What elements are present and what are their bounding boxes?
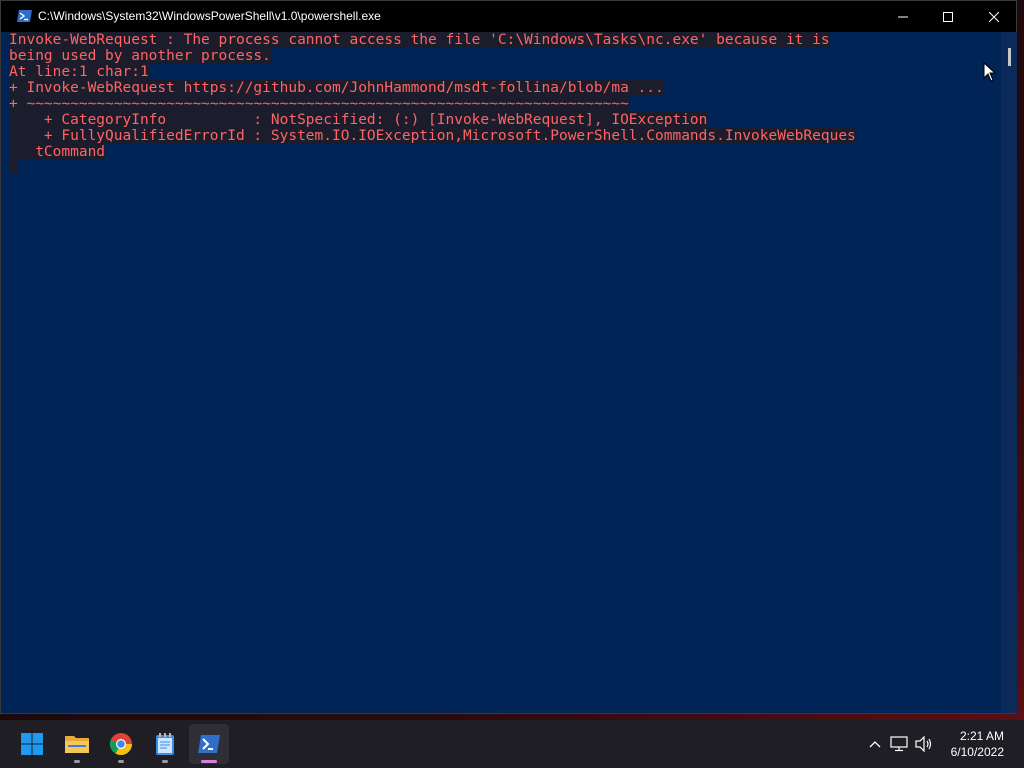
network-button[interactable] xyxy=(886,720,912,768)
taskbar-file-explorer[interactable] xyxy=(57,724,97,764)
system-tray xyxy=(864,720,936,768)
start-button[interactable] xyxy=(12,724,52,764)
powershell-icon xyxy=(198,735,220,753)
running-indicator xyxy=(118,760,124,763)
notepad-icon xyxy=(156,733,174,755)
console-line: tCommand xyxy=(9,144,106,160)
chrome-icon xyxy=(109,733,132,755)
console-lines: Invoke-WebRequest : The process cannot a… xyxy=(9,32,856,160)
volume-button[interactable] xyxy=(912,720,936,768)
minimize-icon xyxy=(898,16,908,17)
console-line: Invoke-WebRequest : The process cannot a… xyxy=(9,32,830,48)
vertical-scrollbar[interactable] xyxy=(1001,32,1017,713)
taskbar-chrome[interactable] xyxy=(101,724,141,764)
volume-icon xyxy=(915,736,932,752)
close-icon xyxy=(989,11,999,22)
powershell-title-icon xyxy=(17,10,32,22)
chevron-up-icon xyxy=(869,741,881,748)
running-indicator xyxy=(74,760,80,763)
title-bar[interactable]: C:\Windows\System32\WindowsPowerShell\v1… xyxy=(1,1,1016,32)
active-indicator xyxy=(201,760,217,763)
maximize-icon xyxy=(943,11,953,22)
minimize-button[interactable] xyxy=(880,1,926,32)
console-line: At line:1 char:1 xyxy=(9,64,149,80)
show-hidden-icons-button[interactable] xyxy=(864,720,886,768)
console-line: + ~~~~~~~~~~~~~~~~~~~~~~~~~~~~~~~~~~~~~~… xyxy=(9,96,629,112)
mouse-pointer-icon xyxy=(983,62,997,82)
taskbar: 2:21 AM 6/10/2022 xyxy=(0,720,1024,768)
clock-time: 2:21 AM xyxy=(959,729,1004,743)
console-line: + Invoke-WebRequest https://github.com/J… xyxy=(9,80,664,96)
clock-date: 6/10/2022 xyxy=(950,745,1004,759)
close-button[interactable] xyxy=(971,1,1017,32)
running-indicator xyxy=(162,760,168,763)
taskbar-clock[interactable]: 2:21 AM 6/10/2022 xyxy=(951,728,1004,760)
folder-icon xyxy=(65,736,89,753)
powershell-window[interactable]: C:\Windows\System32\WindowsPowerShell\v1… xyxy=(0,0,1017,714)
console-line: + FullyQualifiedErrorId : System.IO.IOEx… xyxy=(9,128,856,144)
text-cursor xyxy=(9,160,17,174)
console-line: + CategoryInfo : NotSpecified: (:) [Invo… xyxy=(9,112,708,128)
windows-start-icon xyxy=(21,733,43,755)
network-icon xyxy=(890,736,908,752)
window-title: C:\Windows\System32\WindowsPowerShell\v1… xyxy=(38,9,381,23)
maximize-button[interactable] xyxy=(925,1,971,32)
scrollbar-thumb[interactable] xyxy=(1008,48,1011,66)
console-output[interactable]: Invoke-WebRequest : The process cannot a… xyxy=(9,32,1001,713)
taskbar-powershell[interactable] xyxy=(189,724,229,764)
taskbar-notepad[interactable] xyxy=(145,724,185,764)
console-line: being used by another process. xyxy=(9,48,271,64)
